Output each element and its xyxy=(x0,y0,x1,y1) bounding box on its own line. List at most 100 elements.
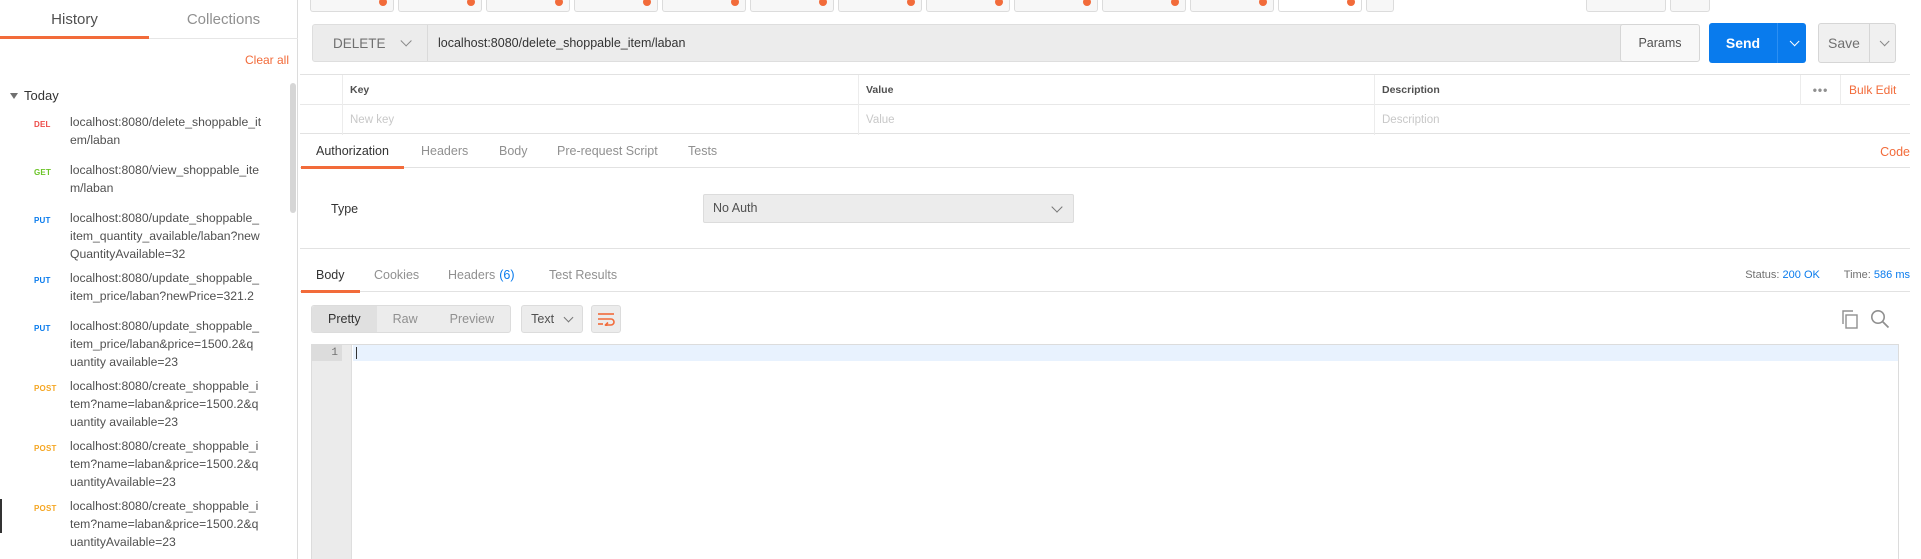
tab-headers[interactable]: Headers xyxy=(421,136,468,168)
copy-icon[interactable] xyxy=(1841,310,1859,329)
tab-pre-request-script[interactable]: Pre-request Script xyxy=(557,136,658,168)
history-item[interactable]: GET localhost:8080/view_shoppable_ite m/… xyxy=(0,161,290,209)
time-label: Time: xyxy=(1843,269,1871,281)
view-pretty[interactable]: Pretty xyxy=(312,306,377,332)
key-column-header: Key xyxy=(342,75,858,105)
environment-select[interactable] xyxy=(1586,0,1666,12)
response-tabs: Body Cookies Headers (6) Test Results Sta… xyxy=(300,260,1910,293)
unsaved-dot-icon xyxy=(643,0,651,6)
response-editor[interactable]: 1 xyxy=(311,344,1899,559)
request-tab-active[interactable] xyxy=(1278,0,1362,12)
tab-test-results[interactable]: Test Results xyxy=(549,260,617,292)
request-tab[interactable] xyxy=(1102,0,1186,12)
request-tab[interactable] xyxy=(926,0,1010,12)
code-link[interactable]: Code xyxy=(1880,136,1910,168)
method-badge: POST xyxy=(34,444,57,453)
history-group-today[interactable]: Today xyxy=(10,88,59,103)
search-icon[interactable] xyxy=(1870,309,1890,329)
view-raw[interactable]: Raw xyxy=(377,306,434,332)
save-options-button[interactable] xyxy=(1869,24,1895,62)
clear-all-link[interactable]: Clear all xyxy=(245,53,289,67)
chevron-down-icon xyxy=(1879,35,1890,46)
sidebar-scrollbar[interactable] xyxy=(290,83,296,213)
wrap-lines-icon xyxy=(598,313,615,326)
request-bar: DELETE Params xyxy=(312,24,1700,62)
history-item[interactable]: POST localhost:8080/create_shoppable_i t… xyxy=(0,377,290,437)
request-tab[interactable] xyxy=(1190,0,1274,12)
wrap-lines-button[interactable] xyxy=(591,305,622,333)
tab-history[interactable]: History xyxy=(0,0,149,39)
request-tab[interactable] xyxy=(486,0,570,12)
divider xyxy=(300,248,1910,249)
url-input[interactable] xyxy=(438,25,1438,61)
text-caret xyxy=(356,347,357,359)
history-url: localhost:8080/update_shoppable_ item_pr… xyxy=(70,271,260,303)
chevron-down-icon xyxy=(563,312,574,323)
new-description-input[interactable]: Description xyxy=(1374,105,1800,135)
unsaved-dot-icon xyxy=(379,0,387,6)
unsaved-dot-icon xyxy=(1171,0,1179,6)
auth-type-select[interactable]: No Auth xyxy=(703,194,1074,223)
params-button[interactable]: Params xyxy=(1620,24,1700,62)
caret-down-icon xyxy=(10,92,18,99)
history-item[interactable]: PUT localhost:8080/update_shoppable_ ite… xyxy=(0,209,290,269)
method-badge: PUT xyxy=(34,216,51,225)
tab-body[interactable]: Body xyxy=(499,136,528,168)
history-item[interactable]: PUT localhost:8080/update_shoppable_ ite… xyxy=(0,317,290,377)
tab-tests[interactable]: Tests xyxy=(688,136,717,168)
unsaved-dot-icon xyxy=(995,0,1003,6)
new-value-input[interactable]: Value xyxy=(858,105,1374,135)
method-badge: GET xyxy=(34,168,52,177)
environment-quick-look[interactable] xyxy=(1670,0,1710,12)
history-item[interactable]: POST localhost:8080/create_shoppable_i t… xyxy=(0,437,290,497)
description-column-header: Description xyxy=(1374,75,1800,105)
history-url: localhost:8080/create_shoppable_i tem?na… xyxy=(70,379,259,429)
language-value: Text xyxy=(531,312,555,326)
tab-cookies[interactable]: Cookies xyxy=(374,260,419,292)
request-tab[interactable] xyxy=(838,0,922,12)
unsaved-dot-icon xyxy=(467,0,475,6)
method-badge: PUT xyxy=(34,324,51,333)
unsaved-dot-icon xyxy=(907,0,915,6)
request-tab[interactable] xyxy=(398,0,482,12)
request-tab[interactable] xyxy=(1014,0,1098,12)
tab-response-headers[interactable]: Headers (6) xyxy=(448,260,515,292)
request-tab[interactable] xyxy=(574,0,658,12)
tab-response-body[interactable]: Body xyxy=(301,260,359,293)
tab-authorization[interactable]: Authorization xyxy=(301,136,404,169)
line-number: 1 xyxy=(312,345,342,361)
send-options-button[interactable] xyxy=(1777,23,1806,63)
active-line-highlight xyxy=(353,345,1898,361)
line-gutter: 1 xyxy=(312,345,352,559)
history-url: localhost:8080/delete_shoppable_it em/la… xyxy=(70,115,262,147)
method-select[interactable]: DELETE xyxy=(313,25,428,61)
headers-label: Headers xyxy=(448,268,496,282)
chevron-down-icon xyxy=(1789,35,1800,46)
bulk-edit-link[interactable]: Bulk Edit xyxy=(1840,75,1910,105)
unsaved-dot-icon xyxy=(731,0,739,6)
request-tab[interactable] xyxy=(662,0,746,12)
language-select[interactable]: Text xyxy=(521,305,584,333)
more-options-icon[interactable]: ••• xyxy=(1800,75,1840,105)
send-button[interactable]: Send xyxy=(1709,23,1806,63)
unsaved-dot-icon xyxy=(1259,0,1267,6)
history-list: DEL localhost:8080/delete_shoppable_it e… xyxy=(0,113,290,557)
method-value: DELETE xyxy=(333,35,386,51)
headers-count: (6) xyxy=(499,268,515,282)
new-tab-button[interactable] xyxy=(1366,0,1394,12)
chevron-down-icon xyxy=(1051,201,1063,213)
sidebar-tabs: History Collections xyxy=(0,0,298,39)
checkbox-column xyxy=(300,75,342,105)
request-tab[interactable] xyxy=(750,0,834,12)
history-url: localhost:8080/view_shoppable_ite m/laba… xyxy=(70,163,260,195)
history-item[interactable]: DEL localhost:8080/delete_shoppable_it e… xyxy=(0,113,290,161)
view-preview[interactable]: Preview xyxy=(434,306,510,332)
request-tab[interactable] xyxy=(310,0,394,12)
new-key-input[interactable]: New key xyxy=(342,105,858,135)
history-item[interactable]: PUT localhost:8080/update_shoppable_ ite… xyxy=(0,269,290,317)
time-value: 586 ms xyxy=(1873,269,1910,281)
tab-collections[interactable]: Collections xyxy=(149,0,298,38)
save-button[interactable]: Save xyxy=(1818,23,1896,63)
history-item[interactable]: POST localhost:8080/create_shoppable_i t… xyxy=(0,497,290,557)
unsaved-dot-icon xyxy=(555,0,563,6)
